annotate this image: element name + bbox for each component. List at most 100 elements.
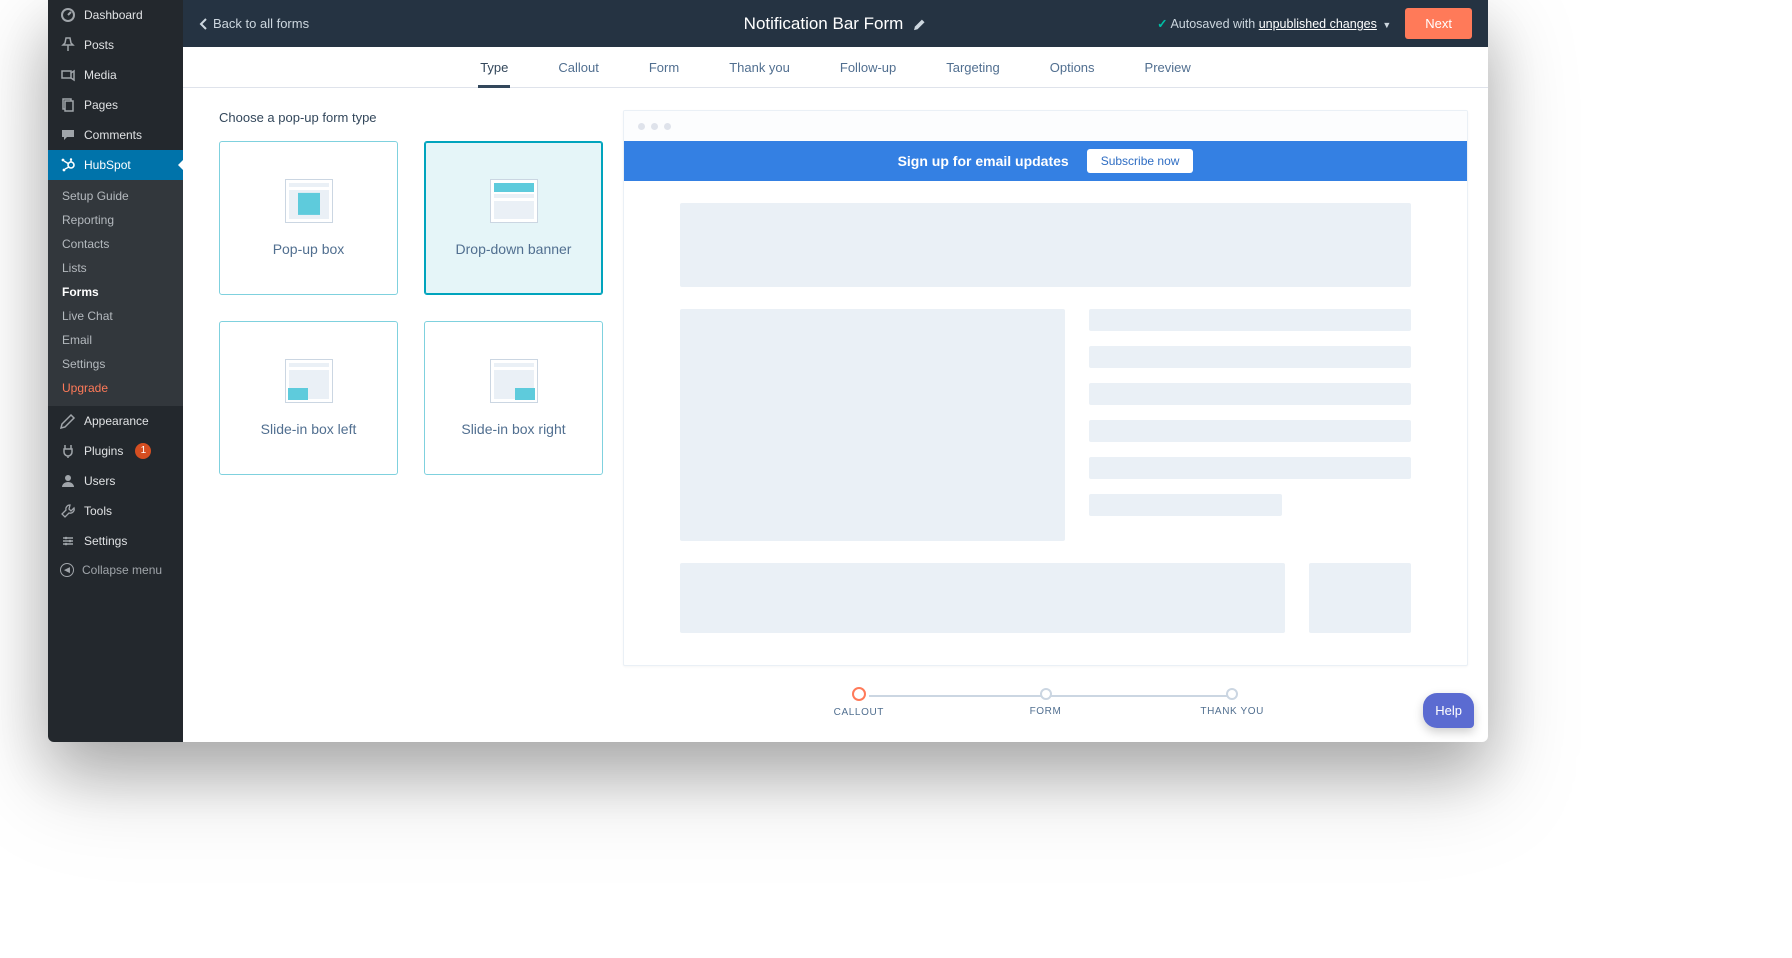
users-icon [60,473,76,489]
sidebar-sub-contacts[interactable]: Contacts [48,232,183,256]
sidebar-item-label: Pages [84,98,118,112]
sidebar-item-label: Settings [84,534,127,548]
tab-targeting[interactable]: Targeting [944,47,1001,87]
sidebar-item-label: Comments [84,128,142,142]
sidebar-item-users[interactable]: Users [48,466,183,496]
sidebar-item-label: Users [84,474,115,488]
type-card-dropdown[interactable]: Drop-down banner [424,141,603,295]
main-panel: Back to all forms Notification Bar Form … [183,0,1488,742]
app-window: Dashboard Posts Media Pages Comments [48,0,1488,742]
preview-stepper: CALLOUT FORM THANK YOU [623,688,1468,718]
sidebar-item-tools[interactable]: Tools [48,496,183,526]
back-to-forms-link[interactable]: Back to all forms [199,16,309,31]
sidebar-item-posts[interactable]: Posts [48,30,183,60]
type-card-label: Drop-down banner [456,241,572,257]
type-card-slide-left[interactable]: Slide-in box left [219,321,398,475]
sidebar-item-label: Tools [84,504,112,518]
mock-line [1089,309,1411,331]
plugins-icon [60,443,76,459]
sidebar-item-settings[interactable]: Settings [48,526,183,556]
sidebar-sub-upgrade[interactable]: Upgrade [48,376,183,400]
comments-icon [60,127,76,143]
sidebar-sub-lists[interactable]: Lists [48,256,183,280]
tab-options[interactable]: Options [1048,47,1097,87]
plugins-badge: 1 [135,443,151,459]
step-circle-icon [852,687,866,701]
next-button[interactable]: Next [1405,8,1472,39]
edit-title-button[interactable] [913,17,927,31]
mock-block [680,563,1285,633]
dot-icon [664,123,671,130]
sidebar-sub-reporting[interactable]: Reporting [48,208,183,232]
browser-dots [624,111,1467,141]
sidebar-item-label: Appearance [84,414,149,428]
tab-type[interactable]: Type [478,47,510,87]
type-card-slide-right[interactable]: Slide-in box right [424,321,603,475]
popup-thumb-icon [285,179,333,223]
mock-text-lines [1089,309,1411,541]
step-label: THANK YOU [1200,706,1264,717]
step-circle-icon [1226,688,1238,700]
type-card-label: Slide-in box left [261,421,357,437]
slide-left-thumb-icon [285,359,333,403]
chevron-left-icon [199,18,209,30]
sidebar-sub-settings[interactable]: Settings [48,352,183,376]
banner-text: Sign up for email updates [898,153,1069,169]
mock-line [1089,420,1411,442]
pages-icon [60,97,76,113]
slide-right-thumb-icon [490,359,538,403]
back-label: Back to all forms [213,16,309,31]
sidebar-submenu: Setup Guide Reporting Contacts Lists For… [48,180,183,406]
step-form[interactable]: FORM [952,688,1139,717]
sidebar-sub-forms[interactable]: Forms [48,280,183,304]
sidebar-item-hubspot[interactable]: HubSpot [48,150,183,180]
sidebar-item-plugins[interactable]: Plugins 1 [48,436,183,466]
banner-subscribe-button[interactable]: Subscribe now [1087,149,1194,173]
tab-preview[interactable]: Preview [1143,47,1193,87]
mock-line [1089,494,1282,516]
mock-hero-block [680,203,1411,287]
sidebar-item-pages[interactable]: Pages [48,90,183,120]
form-title-wrap: Notification Bar Form [744,14,928,34]
tab-thank-you[interactable]: Thank you [727,47,792,87]
sidebar-sub-live-chat[interactable]: Live Chat [48,304,183,328]
autosave-status[interactable]: ✓ Autosaved with unpublished changes ▼ [1157,16,1391,31]
tab-form[interactable]: Form [647,47,681,87]
sidebar-sub-setup-guide[interactable]: Setup Guide [48,184,183,208]
help-button[interactable]: Help [1423,693,1474,728]
stepper-line [869,695,1046,697]
dot-icon [638,123,645,130]
sidebar-sub-email[interactable]: Email [48,328,183,352]
dot-icon [651,123,658,130]
caret-down-icon: ▼ [1382,20,1391,30]
tab-follow-up[interactable]: Follow-up [838,47,898,87]
sidebar-item-appearance[interactable]: Appearance [48,406,183,436]
mock-image-block [680,309,1065,541]
sidebar-item-label: Media [84,68,117,82]
dashboard-icon [60,7,76,23]
pin-icon [60,37,76,53]
sidebar-item-label: Plugins [84,444,123,458]
sidebar-item-label: Dashboard [84,8,143,22]
tab-callout[interactable]: Callout [556,47,600,87]
sidebar-item-dashboard[interactable]: Dashboard [48,0,183,30]
media-icon [60,67,76,83]
type-card-label: Slide-in box right [461,421,565,437]
sidebar-item-label: Collapse menu [82,563,162,577]
section-heading: Choose a pop-up form type [219,110,603,125]
sidebar-item-label: Posts [84,38,114,52]
mock-bottom-row [680,563,1411,633]
sidebar-item-media[interactable]: Media [48,60,183,90]
mock-block [1309,563,1411,633]
sidebar-item-label: HubSpot [84,158,131,172]
sidebar-item-comments[interactable]: Comments [48,120,183,150]
settings-icon [60,533,76,549]
type-card-popup[interactable]: Pop-up box [219,141,398,295]
notification-bar: Sign up for email updates Subscribe now [624,141,1467,181]
step-callout[interactable]: CALLOUT [766,688,953,718]
type-card-label: Pop-up box [273,241,345,257]
sidebar-item-collapse[interactable]: ◄ Collapse menu [48,556,183,584]
tools-icon [60,503,76,519]
step-thank-you[interactable]: THANK YOU [1139,688,1326,717]
dropdown-thumb-icon [490,179,538,223]
